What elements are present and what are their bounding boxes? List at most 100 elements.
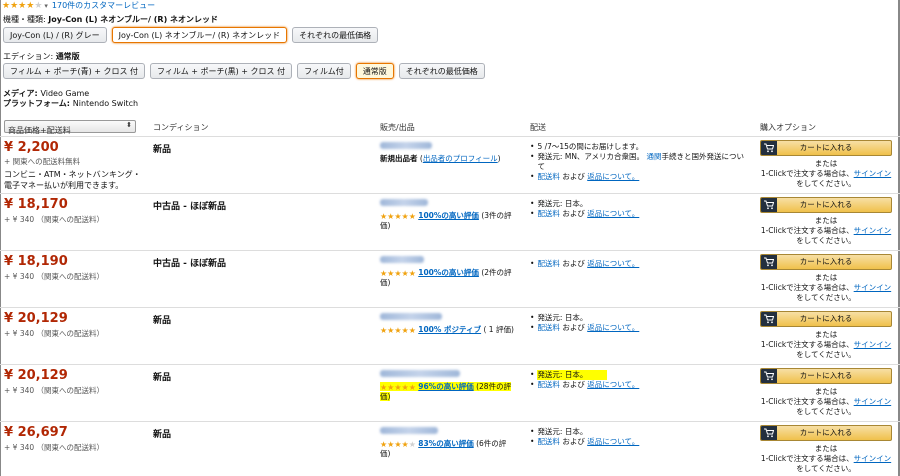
edition-label: エディション: bbox=[3, 52, 56, 61]
or-label: または bbox=[814, 444, 838, 453]
shipping-fee-link[interactable]: 関東への配送料 bbox=[44, 272, 97, 281]
variation-selected-value: Joy-Con (L) ネオンブルー/ (R) ネオンレッド bbox=[48, 15, 219, 24]
returns-link[interactable]: 返品について。 bbox=[587, 437, 639, 446]
oneclick-suffix: をしてください。 bbox=[796, 464, 856, 473]
shipping-fee-link[interactable]: 関東への配送料 bbox=[44, 215, 97, 224]
edition-option-blue-pouch[interactable]: フィルム + ポーチ(青) + クロス 付 bbox=[3, 63, 146, 79]
shipping-fee-link[interactable]: 関東への配送料 bbox=[44, 443, 97, 452]
cart-icon bbox=[761, 312, 777, 326]
signin-link[interactable]: サインイン bbox=[854, 340, 892, 349]
edition-option-lowest-price[interactable]: それぞれの最低価格 bbox=[398, 63, 485, 79]
seller-name-blurred[interactable] bbox=[380, 199, 428, 206]
add-to-cart-button[interactable]: カートに入れる bbox=[760, 311, 892, 327]
variation-option-neon[interactable]: Joy-Con (L) ネオンブルー/ (R) ネオンレッド bbox=[111, 27, 288, 43]
delivery-date-text: 5 /7〜15の間にお届けします。 bbox=[537, 142, 644, 151]
signin-link[interactable]: サインイン bbox=[854, 226, 892, 235]
oneclick-prefix: 1-Clickで注文する場合は、 bbox=[760, 169, 854, 178]
edition-option-black-pouch[interactable]: フィルム + ポーチ(黒) + クロス 付 bbox=[150, 63, 293, 79]
offer-shipping: + 関東への配送料無料 bbox=[4, 157, 81, 166]
new-seller-tag: 新規出品者 bbox=[380, 154, 418, 163]
delivery-origin: 発送元: 日本。 bbox=[530, 370, 750, 380]
delivery-fee-link[interactable]: 配送料 bbox=[537, 259, 560, 268]
column-delivery: 配送 bbox=[530, 123, 546, 132]
platform-label: プラットフォーム: bbox=[3, 99, 73, 108]
add-to-cart-button[interactable]: カートに入れる bbox=[760, 254, 892, 270]
star-icon: ★ bbox=[408, 382, 416, 392]
signin-link[interactable]: サインイン bbox=[854, 283, 892, 292]
seller-name-blurred[interactable] bbox=[380, 313, 442, 320]
delivery-fee-link[interactable]: 配送料 bbox=[537, 380, 560, 389]
add-to-cart-label: カートに入れる bbox=[799, 200, 853, 209]
signin-link[interactable]: サインイン bbox=[854, 454, 892, 463]
shipping-fee-link[interactable]: 関東への配送料 bbox=[44, 386, 97, 395]
rating-stars[interactable]: ★★★★★ ▾ bbox=[2, 1, 48, 11]
signin-link[interactable]: サインイン bbox=[854, 397, 892, 406]
delivery-fee-link[interactable]: 配送料 bbox=[537, 437, 560, 446]
star-icon: ★ bbox=[380, 325, 388, 335]
add-to-cart-label: カートに入れる bbox=[799, 428, 853, 437]
variation-option-lowest-price[interactable]: それぞれの最低価格 bbox=[292, 27, 379, 43]
add-to-cart-button[interactable]: カートに入れる bbox=[760, 425, 892, 441]
star-empty-icon: ★ bbox=[34, 0, 43, 11]
returns-link[interactable]: 返品について。 bbox=[587, 259, 639, 268]
oneclick-prefix: 1-Clickで注文する場合は、 bbox=[760, 454, 854, 463]
sort-select[interactable]: 商品価格+配送料 ⬍ bbox=[4, 120, 136, 135]
buy-options: カートに入れる または 1-Clickで注文する場合は、サインインをしてください… bbox=[760, 197, 892, 246]
variation-option-gray[interactable]: Joy-Con (L) / (R) グレー bbox=[3, 27, 107, 43]
seller-rating-link[interactable]: 96%の高い評価 bbox=[418, 382, 473, 391]
offer-shipping: + ¥ 340 （関東への配送料） bbox=[4, 385, 104, 396]
delivery-origin-text: 発送元: MN、アメリカ合衆国。 bbox=[537, 152, 645, 161]
add-to-cart-button[interactable]: カートに入れる bbox=[760, 368, 892, 384]
delivery-fee-link[interactable]: 配送料 bbox=[537, 209, 560, 218]
delivery-fee-link[interactable]: 配送料 bbox=[537, 323, 560, 332]
payment-note: コンビニ・ATM・ネットバンキング・電子マネー払いが利用できます。 bbox=[4, 170, 141, 190]
customs-link[interactable]: 通関 bbox=[646, 152, 661, 161]
star-icon: ★ bbox=[380, 211, 388, 221]
returns-link[interactable]: 返品について。 bbox=[587, 209, 639, 218]
seller-rating-link[interactable]: 100%の高い評価 bbox=[418, 268, 479, 277]
or-label: または bbox=[814, 216, 838, 225]
returns-link[interactable]: 返品について。 bbox=[587, 380, 639, 389]
seller-rating-line: ★ ★ ★ ★ ★ 100%の高い評価 (2件の評価) bbox=[380, 268, 515, 288]
add-to-cart-label: カートに入れる bbox=[799, 314, 853, 323]
seller-rating-link[interactable]: 100% ポジティブ bbox=[418, 325, 481, 334]
offer-listing-table: 商品価格+配送料 ⬍ コンディション 販売/出品 配送 購入オプション ¥ 2,… bbox=[0, 118, 900, 476]
delivery-origin: 発送元: 日本。 bbox=[530, 427, 750, 437]
shipping-suffix: ） bbox=[96, 329, 105, 338]
chevron-updown-icon: ⬍ bbox=[126, 121, 132, 129]
delivery-fee-link[interactable]: 配送料 bbox=[537, 172, 560, 181]
column-condition: コンディション bbox=[153, 123, 209, 132]
review-count-link[interactable]: 170件のカスタマーレビュー bbox=[52, 0, 155, 11]
returns-link[interactable]: 返品について。 bbox=[587, 323, 639, 332]
signin-link[interactable]: サインイン bbox=[854, 169, 892, 178]
oneclick-note: 1-Clickで注文する場合は、サインインをしてください。 bbox=[760, 340, 892, 360]
buy-options: カートに入れる または 1-Clickで注文する場合は、サインインをしてください… bbox=[760, 254, 892, 303]
seller-rating-line: ★ ★ ★ ★ ★ 100% ポジティブ ( 1 評価) bbox=[380, 325, 515, 335]
add-to-cart-button[interactable]: カートに入れる bbox=[760, 197, 892, 213]
star-icon: ★ bbox=[387, 382, 395, 392]
delivery-and: および bbox=[562, 437, 585, 446]
seller-rating-link[interactable]: 83%の高い評価 bbox=[418, 439, 473, 448]
seller-name-blurred[interactable] bbox=[380, 256, 424, 263]
cart-icon bbox=[761, 426, 777, 440]
seller-info: 新規出品者 (出品者のプロフィール) bbox=[380, 142, 515, 164]
cart-icon bbox=[761, 369, 777, 383]
variation-label-row: 機種・種類: Joy-Con (L) ネオンブルー/ (R) ネオンレッド bbox=[3, 14, 218, 25]
add-to-cart-button[interactable]: カートに入れる bbox=[760, 140, 892, 156]
seller-rating-link[interactable]: 100%の高い評価 bbox=[418, 211, 479, 220]
delivery-and: および bbox=[562, 209, 585, 218]
seller-profile-link[interactable]: 出品者のプロフィール bbox=[423, 154, 498, 163]
seller-info: ★ ★ ★ ★ ★ 100%の高い評価 (2件の評価) bbox=[380, 256, 515, 288]
edition-option-standard[interactable]: 通常版 bbox=[355, 63, 394, 79]
delivery-origin: 発送元: MN、アメリカ合衆国。 通関手続きと国外発送について bbox=[530, 152, 750, 172]
star-empty-icon: ★ bbox=[408, 439, 416, 449]
edition-option-film[interactable]: フィルム付 bbox=[297, 63, 351, 79]
edition-options: フィルム + ポーチ(青) + クロス 付 フィルム + ポーチ(黒) + クロ… bbox=[3, 63, 485, 79]
table-row: ¥ 20,129 + ¥ 340 （関東への配送料） 新品 ★ ★ ★ ★ ★ 96%の… bbox=[0, 364, 900, 421]
seller-name-blurred[interactable] bbox=[380, 142, 432, 149]
returns-link[interactable]: 返品について。 bbox=[587, 172, 639, 181]
seller-name-blurred[interactable] bbox=[380, 427, 438, 434]
shipping-fee-link[interactable]: 関東への配送料 bbox=[44, 329, 97, 338]
seller-name-blurred[interactable] bbox=[380, 370, 460, 377]
table-row: ¥ 18,190 + ¥ 340 （関東への配送料） 中古品 - ほぼ新品 ★ ★… bbox=[0, 250, 900, 307]
